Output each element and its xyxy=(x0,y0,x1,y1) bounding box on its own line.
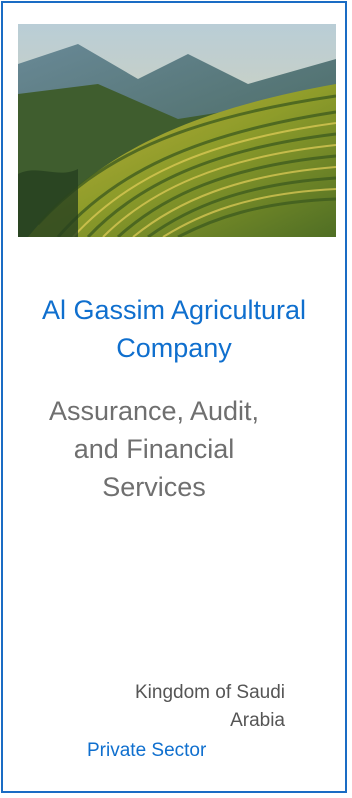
sector-label: Private Sector xyxy=(87,740,207,761)
service-title-line-1: Assurance, Audit, xyxy=(48,396,260,426)
company-name-line-2: Company xyxy=(116,333,232,363)
service-title-line-2: and Financial xyxy=(73,434,235,464)
company-name: Al Gassim Agricultural Company xyxy=(3,291,345,367)
country-line-2: Arabia xyxy=(230,710,285,731)
service-title-line-3: Services xyxy=(102,472,206,502)
engagement-card: Al Gassim Agricultural Company Assurance… xyxy=(1,1,347,793)
terraced-fields-image xyxy=(18,24,336,237)
service-title: Assurance, Audit, and Financial Services xyxy=(3,392,305,506)
company-name-line-1: Al Gassim Agricultural xyxy=(41,295,307,325)
country-line-1: Kingdom of Saudi xyxy=(135,682,285,703)
country-label: Kingdom of Saudi Arabia xyxy=(75,679,285,735)
